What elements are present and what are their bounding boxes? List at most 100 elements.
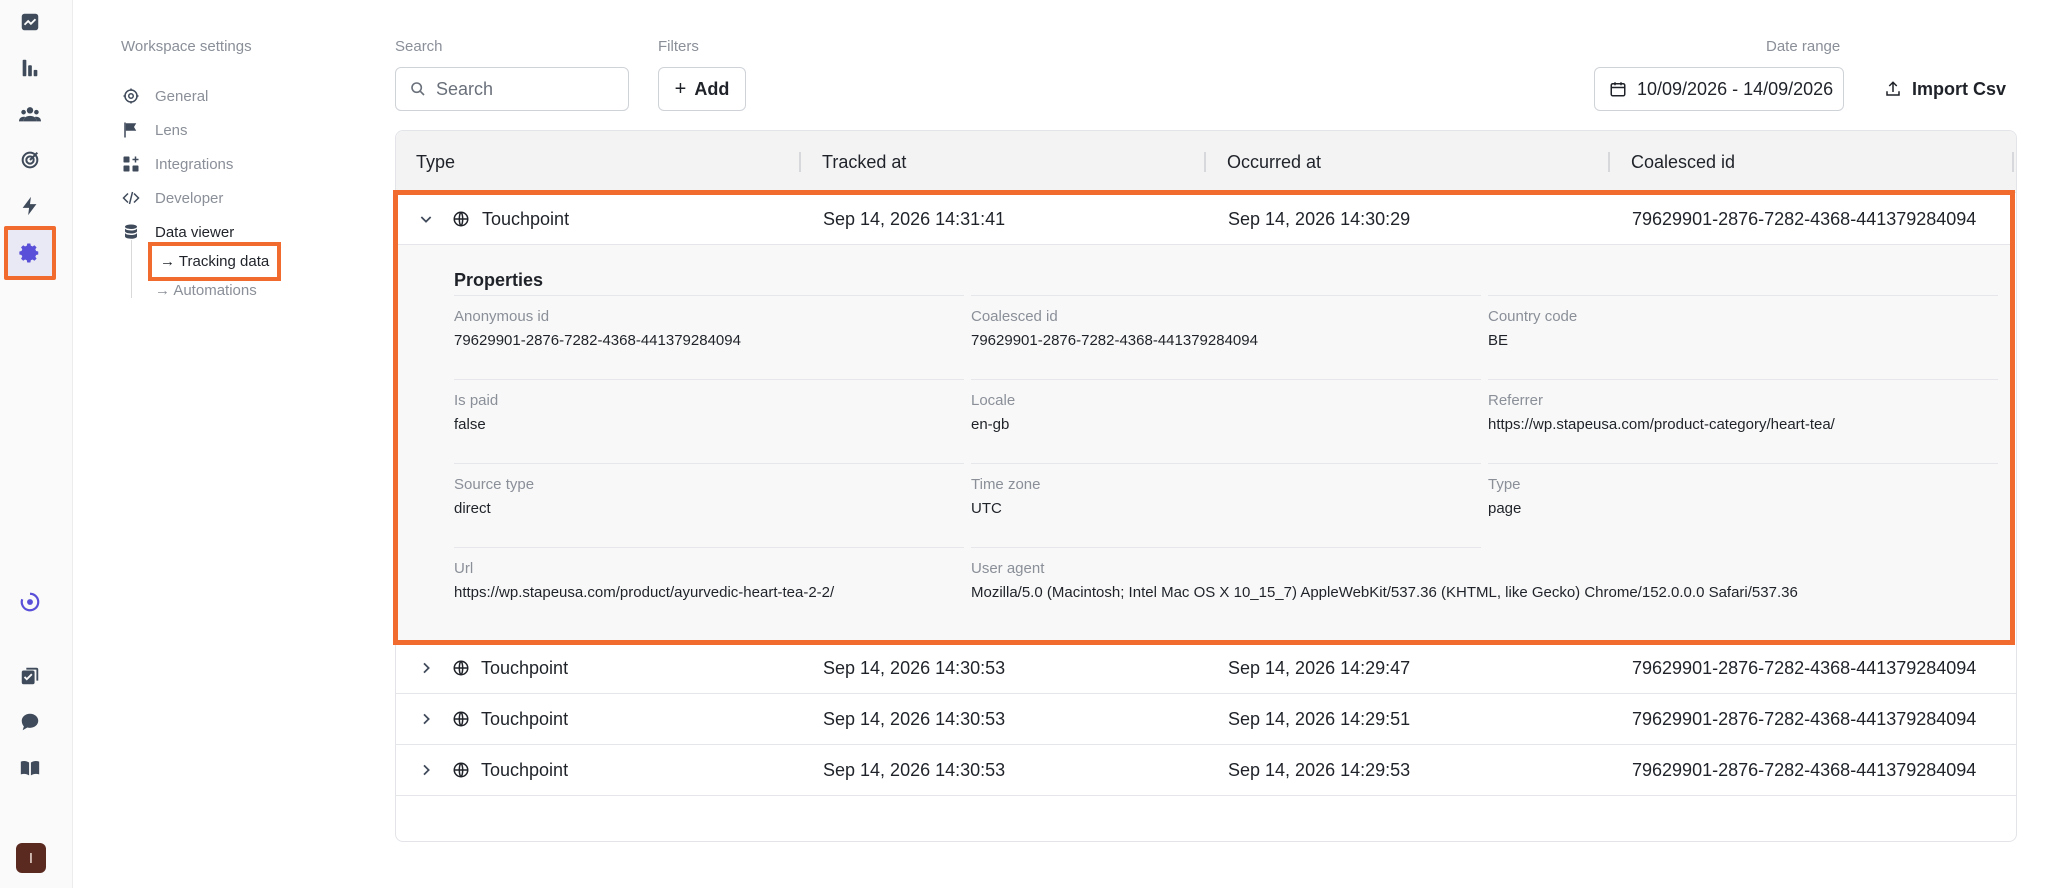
import-csv-label: Import Csv — [1912, 78, 2007, 99]
nav-item-general[interactable]: General — [121, 84, 208, 108]
code-icon — [121, 188, 141, 208]
property-url: Url https://wp.stapeusa.com/product/ayur… — [454, 547, 964, 631]
properties-panel: Properties Anonymous id 79629901-2876-72… — [398, 245, 2010, 640]
globe-icon — [453, 660, 469, 676]
cell-type: Touchpoint — [481, 658, 569, 678]
avatar[interactable]: I — [16, 843, 46, 873]
checklist-icon[interactable] — [14, 660, 46, 692]
property-label: Locale — [971, 392, 1016, 409]
column-header-occurred-at[interactable]: Occurred at — [1227, 152, 1321, 173]
cell-occurred-at: Sep 14, 2026 14:29:53 — [1228, 760, 1411, 780]
table-header: Type Tracked at Occurred at Coalesced id — [396, 131, 2016, 193]
property-label: Time zone — [971, 476, 1041, 493]
book-icon[interactable] — [14, 752, 46, 784]
cell-type: Touchpoint — [482, 209, 570, 229]
property-label: Source type — [454, 476, 535, 493]
table-row-expanded[interactable]: Touchpoint Sep 14, 2026 14:31:41 Sep 14,… — [398, 195, 2010, 245]
column-header-coalesced-id[interactable]: Coalesced id — [1631, 152, 1735, 173]
column-resizer[interactable] — [2012, 152, 2014, 172]
settings-icon[interactable] — [4, 226, 56, 280]
add-filter-label: Add — [694, 78, 730, 99]
divider — [971, 379, 1481, 380]
chevron-right-icon[interactable] — [418, 711, 434, 727]
cell-tracked-at: Sep 14, 2026 14:31:41 — [823, 209, 1006, 229]
column-resizer[interactable] — [1608, 152, 1610, 172]
column-resizer[interactable] — [799, 152, 801, 172]
property-country-code: Country code BE — [1488, 295, 1998, 379]
subnav-line — [131, 240, 132, 298]
globe-icon — [453, 711, 469, 727]
property-label: User agent — [971, 560, 1045, 577]
column-resizer[interactable] — [1204, 152, 1206, 172]
property-source-type: Source type direct — [454, 463, 964, 547]
calendar-icon — [1610, 82, 1626, 97]
property-type: Type page — [1488, 463, 1998, 547]
divider — [454, 295, 964, 296]
table-row[interactable]: Touchpoint Sep 14, 2026 14:30:53 Sep 14,… — [396, 694, 2016, 745]
users-icon[interactable] — [14, 98, 46, 130]
date-range-label: Date range — [1766, 38, 1841, 55]
property-value: direct — [454, 500, 491, 517]
divider — [1488, 463, 1998, 464]
column-header-tracked-at[interactable]: Tracked at — [822, 152, 906, 173]
property-coalesced-id: Coalesced id 79629901-2876-7282-4368-441… — [971, 295, 1481, 379]
search-label: Search — [395, 38, 443, 55]
property-value: BE — [1488, 332, 1509, 349]
search-box[interactable] — [395, 67, 629, 111]
filters-label: Filters — [658, 38, 699, 55]
cell-occurred-at: Sep 14, 2026 14:29:47 — [1228, 658, 1411, 678]
nav-item-integrations[interactable]: Integrations — [121, 152, 233, 176]
property-label: Type — [1488, 476, 1521, 493]
nav-item-label: General — [155, 87, 209, 105]
search-input[interactable] — [436, 78, 616, 100]
analytics-icon[interactable] — [14, 6, 46, 38]
chevron-right-icon[interactable] — [418, 762, 434, 778]
add-filter-button[interactable]: + Add — [658, 67, 746, 111]
globe-icon — [453, 211, 469, 227]
property-label: Coalesced id — [971, 308, 1058, 325]
chevron-down-icon[interactable] — [418, 211, 434, 227]
import-csv-button[interactable]: Import Csv — [1884, 67, 2006, 111]
nav-item-label: Lens — [155, 121, 188, 139]
property-label: Anonymous id — [454, 308, 550, 325]
expanded-row: Touchpoint Sep 14, 2026 14:31:41 Sep 14,… — [393, 190, 2015, 645]
table-row[interactable]: Touchpoint Sep 14, 2026 14:30:53 Sep 14,… — [396, 643, 2016, 694]
search-icon — [411, 82, 425, 96]
cell-tracked-at: Sep 14, 2026 14:30:53 — [823, 760, 1006, 780]
property-value: https://wp.stapeusa.com/product-category… — [1488, 416, 1835, 433]
date-range-value: 10/09/2026 - 14/09/2026 — [1637, 78, 1834, 99]
subnav-item-tracking-data[interactable]: → Tracking data — [148, 242, 282, 281]
property-value: en-gb — [971, 416, 1010, 433]
divider — [454, 463, 964, 464]
nav-item-developer[interactable]: Developer — [121, 186, 223, 210]
date-range-picker[interactable]: 10/09/2026 - 14/09/2026 — [1594, 67, 1844, 111]
upload-icon — [1886, 81, 1900, 96]
chat-icon[interactable] — [14, 706, 46, 738]
cell-tracked-at: Sep 14, 2026 14:30:53 — [823, 709, 1006, 729]
nav-item-lens[interactable]: Lens — [121, 118, 188, 142]
bar-chart-icon[interactable] — [14, 52, 46, 84]
divider — [971, 547, 1481, 548]
nav-item-label: Integrations — [155, 155, 234, 173]
cell-coalesced-id: 79629901-2876-7282-4368-441379284094 — [1632, 658, 1977, 678]
database-icon — [121, 222, 141, 242]
column-header-type[interactable]: Type — [416, 152, 455, 173]
cell-coalesced-id: 79629901-2876-7282-4368-441379284094 — [1632, 760, 1977, 780]
property-value: 79629901-2876-7282-4368-441379284094 — [971, 332, 1258, 349]
table-row[interactable]: Touchpoint Sep 14, 2026 14:30:53 Sep 14,… — [396, 745, 2016, 796]
divider — [971, 295, 1481, 296]
property-is-paid: Is paid false — [454, 379, 964, 463]
divider — [1488, 379, 1998, 380]
property-label: Referrer — [1488, 392, 1544, 409]
gear-outline-icon — [121, 86, 141, 106]
cell-type: Touchpoint — [481, 709, 569, 729]
app-rail: I — [0, 0, 73, 888]
subnav-item-automations[interactable]: → Automations — [155, 282, 257, 299]
chevron-right-icon[interactable] — [418, 660, 434, 676]
target-icon[interactable] — [14, 144, 46, 176]
nav-item-data-viewer[interactable]: Data viewer — [121, 220, 234, 244]
grid-plus-icon — [121, 154, 141, 174]
flag-icon — [121, 120, 141, 140]
lightning-icon[interactable] — [14, 190, 46, 222]
nav-heading: Workspace settings — [121, 38, 252, 55]
